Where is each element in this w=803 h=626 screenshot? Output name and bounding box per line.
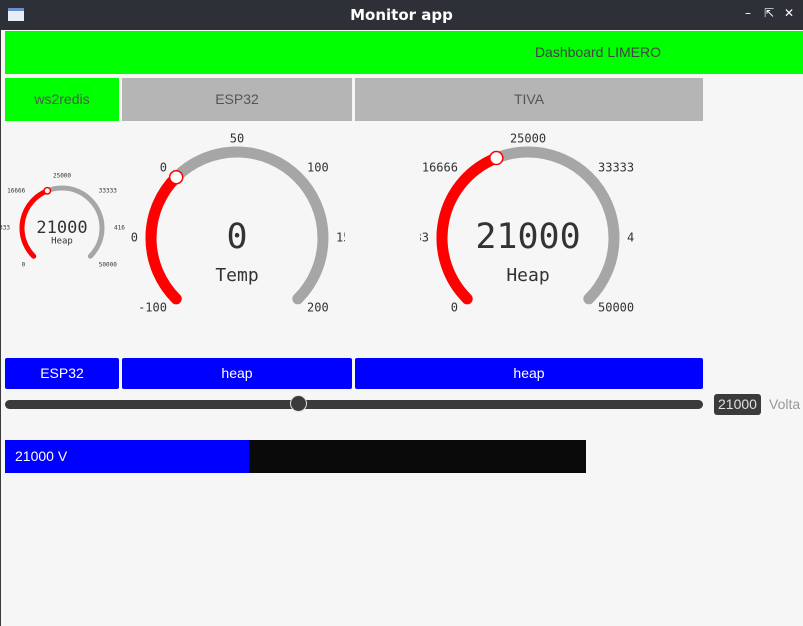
gauge-tick-label: 33333	[598, 160, 634, 174]
gauge-value: 0	[226, 217, 247, 257]
gauge-tick-label: 16666	[7, 188, 25, 195]
close-icon[interactable]: ✕	[782, 6, 796, 20]
window-title: Monitor app	[350, 6, 453, 24]
slider-unit-label: Volta	[769, 396, 801, 412]
gauge-tick-label: 25000	[510, 132, 546, 146]
gauge-value: 21000	[36, 218, 87, 238]
gauge-tick-label: 41666	[114, 225, 125, 232]
voltage-progress-bar: 21000 V	[5, 440, 586, 473]
gauge-label: Heap	[51, 237, 73, 247]
tab-esp32[interactable]: ESP32	[122, 78, 352, 121]
heap-button[interactable]: heap	[122, 358, 352, 389]
gauge-tick-label: 50	[230, 132, 244, 146]
gauge-tick-label: -50	[130, 231, 138, 245]
minimize-icon[interactable]: –	[741, 6, 755, 20]
gauge-tick-label: 0	[160, 160, 167, 174]
gauge-tick-label: -100	[138, 301, 167, 315]
progress-label: 21000 V	[15, 448, 68, 464]
gauge-tick-label: 25000	[53, 173, 71, 180]
gauge-label: Temp	[215, 265, 258, 286]
gauge-tick-label: 8333	[0, 225, 10, 232]
gauge-value: 21000	[475, 217, 580, 257]
heap-button-tiva[interactable]: heap	[355, 358, 703, 389]
gauge-tick-label: 41666	[627, 231, 635, 245]
gauge-tick-label: 33333	[99, 188, 117, 195]
gauge-temp: -100 -50 0 50 100 150 200 0 Temp	[130, 132, 345, 315]
gauge-tick-label: 150	[336, 231, 345, 245]
gauge-label: Heap	[506, 265, 549, 286]
dashboard-banner: Dashboard LIMERO	[5, 31, 803, 74]
gauge-fill	[145, 171, 182, 305]
gauge-value-marker	[489, 150, 504, 166]
esp32-button[interactable]: ESP32	[5, 358, 119, 389]
gauge-tick-label: 16666	[422, 160, 458, 174]
tab-ws2redis[interactable]: ws2redis	[5, 78, 119, 121]
gauge-tick-label: 0	[451, 301, 458, 315]
banner-text: Dashboard LIMERO	[534, 44, 661, 60]
gauge-heap: 0 8333 16666 25000 33333 41666 50000 21000 Heap	[420, 132, 635, 315]
gauge-tick-label: 8333	[420, 231, 429, 245]
gauge-value-marker	[43, 186, 52, 195]
gauge-tick-label: 50000	[598, 301, 634, 315]
voltage-slider-track[interactable]	[5, 400, 703, 409]
gauge-value-marker	[168, 169, 184, 185]
gauge-small-heap: 0 8333 16666 25000 33333 41666 50000 21000Heap	[0, 173, 125, 269]
title-bar: Monitor app – ⇱ ✕	[0, 0, 803, 30]
gauge-tick-label: 50000	[99, 261, 117, 268]
slider-value-badge: 21000	[714, 394, 761, 415]
gauge-tick-label: 200	[307, 301, 329, 315]
gauge-tick-label: 0	[22, 261, 26, 268]
maximize-icon[interactable]: ⇱	[762, 6, 776, 20]
gauge-tick-label: 100	[307, 160, 329, 174]
tab-tiva[interactable]: TIVA	[355, 78, 703, 121]
